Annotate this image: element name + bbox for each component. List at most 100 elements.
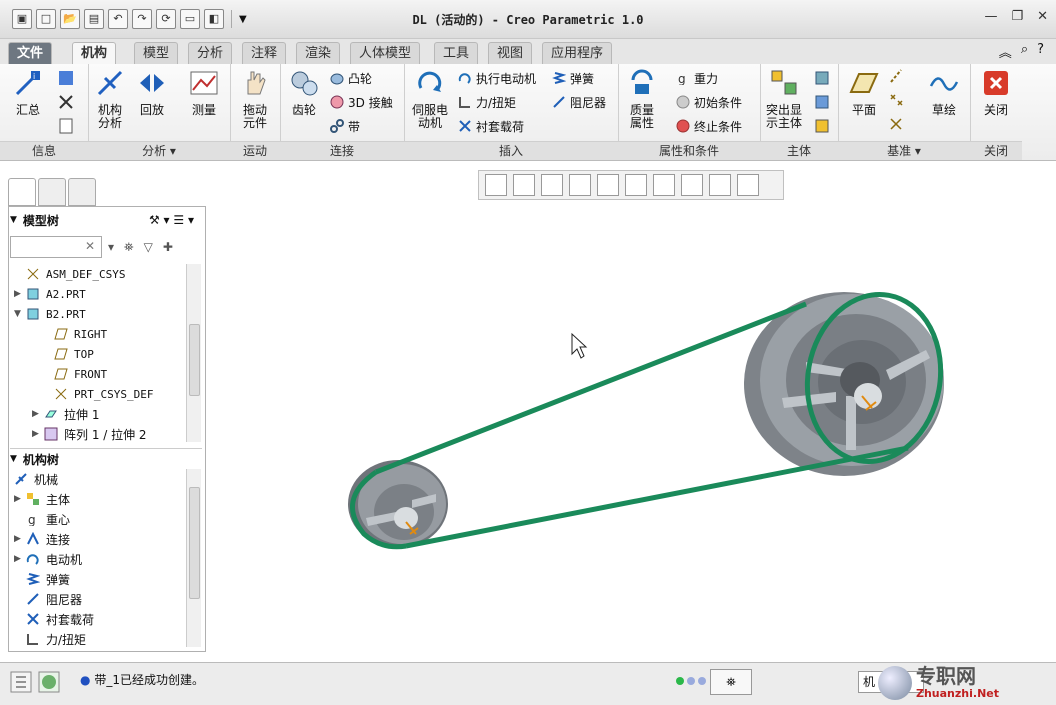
damper-icon — [27, 593, 39, 605]
plane-button[interactable]: 平面 — [842, 68, 886, 117]
model-tree-tab-icon[interactable] — [8, 178, 36, 206]
bushing-load-button[interactable]: 衬套载荷 — [458, 116, 524, 136]
maximize-icon[interactable]: ❐ — [1011, 9, 1023, 24]
termination-conditions-button[interactable]: 终止条件 — [676, 116, 742, 136]
axis-icon[interactable] — [888, 68, 904, 84]
show-navigator-icon[interactable] — [10, 671, 32, 693]
tab-analysis[interactable]: 分析 — [188, 42, 233, 64]
tree-row-top[interactable]: TOP — [42, 344, 94, 364]
close-icon[interactable]: ✕ — [1037, 9, 1048, 24]
playback-button[interactable]: 回放 — [130, 68, 174, 117]
show-browser-icon[interactable] — [38, 671, 60, 693]
view-manager-icon[interactable] — [653, 174, 675, 196]
filter-icon[interactable]: ▽ — [144, 240, 153, 255]
folder-browser-tab-icon[interactable] — [38, 178, 66, 206]
model-tree-header[interactable]: ▼ 模型树 ⚒ ▾ ☰ ▾ — [10, 210, 202, 230]
measure-button[interactable]: 测量 — [182, 68, 226, 117]
tab-render[interactable]: 渲染 — [296, 42, 341, 64]
annotation-display-icon[interactable] — [737, 174, 759, 196]
initial-conditions-button[interactable]: 初始条件 — [676, 92, 742, 112]
mass-properties-button[interactable]: 质量 属性 — [620, 68, 664, 130]
cam-button[interactable]: 凸轮 — [330, 68, 372, 88]
mech-analysis-button[interactable]: 机构 分析 — [88, 68, 132, 130]
tab-tools[interactable]: 工具 — [434, 42, 479, 64]
mech-row-springs[interactable]: 弹簧 — [14, 569, 70, 589]
group-datum-label[interactable]: 基准 ▾ — [838, 141, 970, 160]
graphics-window[interactable] — [206, 200, 1056, 660]
damper-button[interactable]: 阻尼器 — [552, 92, 606, 112]
close-mechanism-button[interactable]: 关闭 — [974, 68, 1018, 117]
contact3d-button[interactable]: 3D 接触 — [330, 92, 393, 112]
mech-row-connections[interactable]: ▶ 连接 — [14, 529, 70, 549]
repaint-icon[interactable] — [569, 174, 591, 196]
tab-applications[interactable]: 应用程序 — [542, 42, 613, 64]
saved-views-icon[interactable] — [625, 174, 647, 196]
tree-row-extrude1[interactable]: ▶ 拉伸 1 — [32, 404, 99, 424]
refit-icon[interactable] — [485, 174, 507, 196]
zoom-in-icon[interactable] — [513, 174, 535, 196]
mech-row-gravity[interactable]: g 重心 — [14, 509, 70, 529]
summary-button[interactable]: i 汇总 — [6, 68, 50, 117]
rigid-body-icon[interactable] — [814, 94, 830, 110]
highlight-bodies-button[interactable]: 突出显 示主体 — [762, 68, 806, 130]
favorites-tab-icon[interactable] — [68, 178, 96, 206]
add-column-icon[interactable]: ✚ — [163, 240, 173, 255]
belt-button[interactable]: 带 — [330, 116, 360, 136]
mech-row-motors[interactable]: ▶ 电动机 — [14, 549, 82, 569]
tree-row-asm-csys[interactable]: ASM_DEF_CSYS — [14, 264, 125, 284]
tab-view[interactable]: 视图 — [488, 42, 533, 64]
search-icon[interactable]: ⌕ — [1021, 42, 1028, 61]
clear-search-icon[interactable]: ✕ — [85, 239, 95, 253]
zoom-out-icon[interactable] — [541, 174, 563, 196]
mech-tree-header[interactable]: ▼ 机构树 — [10, 448, 202, 469]
force-torque-button[interactable]: 力/扭矩 — [458, 92, 516, 112]
spring-button[interactable]: 弹簧 — [552, 68, 594, 88]
tree-row-prt-csys[interactable]: PRT_CSYS_DEF — [42, 384, 153, 404]
exec-motor-button[interactable]: 执行电动机 — [458, 68, 536, 88]
find-binoculars-icon[interactable]: ⛯ — [710, 669, 752, 695]
body-definition-icon[interactable] — [814, 70, 830, 86]
minimize-icon[interactable]: — — [984, 9, 997, 24]
mech-tree-scrollbar[interactable] — [186, 469, 201, 647]
sketch-button[interactable]: 草绘 — [922, 68, 966, 117]
collapse-ribbon-icon[interactable]: ︽ — [999, 42, 1012, 61]
large-pulley[interactable] — [744, 292, 944, 476]
mech-row-mechanism[interactable]: 机械 — [14, 469, 58, 489]
tab-manikin[interactable]: 人体模型 — [350, 42, 421, 64]
tree-row-pattern1[interactable]: ▶ 阵列 1 / 拉伸 2 — [32, 424, 147, 444]
tab-annotate[interactable]: 注释 — [242, 42, 287, 64]
list-icon[interactable] — [58, 118, 74, 134]
detail-icon[interactable] — [58, 70, 74, 86]
servo-motor-button[interactable]: 伺服电 动机 — [408, 68, 452, 130]
gear-button[interactable]: 齿轮 — [282, 68, 326, 117]
tree-row-a2[interactable]: ▶ A2.PRT — [14, 284, 86, 304]
drag-components-button[interactable]: 拖动 元件 — [233, 68, 277, 130]
group-analysis-label[interactable]: 分析 ▾ — [88, 141, 230, 160]
binoculars-icon[interactable]: ⛯ — [124, 240, 134, 255]
mech-row-bushing-loads[interactable]: 衬套载荷 — [14, 609, 94, 629]
weld-icon[interactable] — [58, 94, 74, 110]
csys-icon[interactable] — [888, 116, 904, 132]
tree-search-input[interactable]: ✕ — [10, 236, 102, 258]
tab-model[interactable]: 模型 — [134, 42, 179, 64]
mech-row-bodies[interactable]: ▶ 主体 — [14, 489, 70, 509]
help-icon[interactable]: ? — [1037, 42, 1044, 61]
spring-icon — [26, 573, 40, 585]
datum-display-icon[interactable] — [681, 174, 703, 196]
tree-row-front[interactable]: FRONT — [42, 364, 107, 384]
group-insert: 伺服电 动机 执行电动机 力/扭矩 衬套载荷 弹簧 阻尼器 插入 — [404, 64, 619, 160]
tab-file[interactable]: 文件 — [8, 42, 53, 64]
point-icon[interactable] — [888, 92, 904, 108]
mech-row-dampers[interactable]: 阻尼器 — [14, 589, 82, 609]
tab-mechanism[interactable]: 机构 — [72, 42, 117, 65]
display-style-icon[interactable] — [597, 174, 619, 196]
tree-settings-icon[interactable]: ⚒ ▾ ☰ ▾ — [149, 213, 194, 227]
spin-center-icon[interactable] — [709, 174, 731, 196]
tree-row-b2[interactable]: ▼ B2.PRT — [14, 304, 86, 324]
dropdown-icon[interactable]: ▾ — [108, 240, 114, 255]
tree-row-right[interactable]: RIGHT — [42, 324, 107, 344]
body-flex-icon[interactable] — [814, 118, 830, 134]
gravity-button[interactable]: g 重力 — [676, 68, 718, 88]
model-tree-scrollbar[interactable] — [186, 264, 201, 442]
mech-row-force-torque[interactable]: 力/扭矩 — [14, 629, 86, 649]
